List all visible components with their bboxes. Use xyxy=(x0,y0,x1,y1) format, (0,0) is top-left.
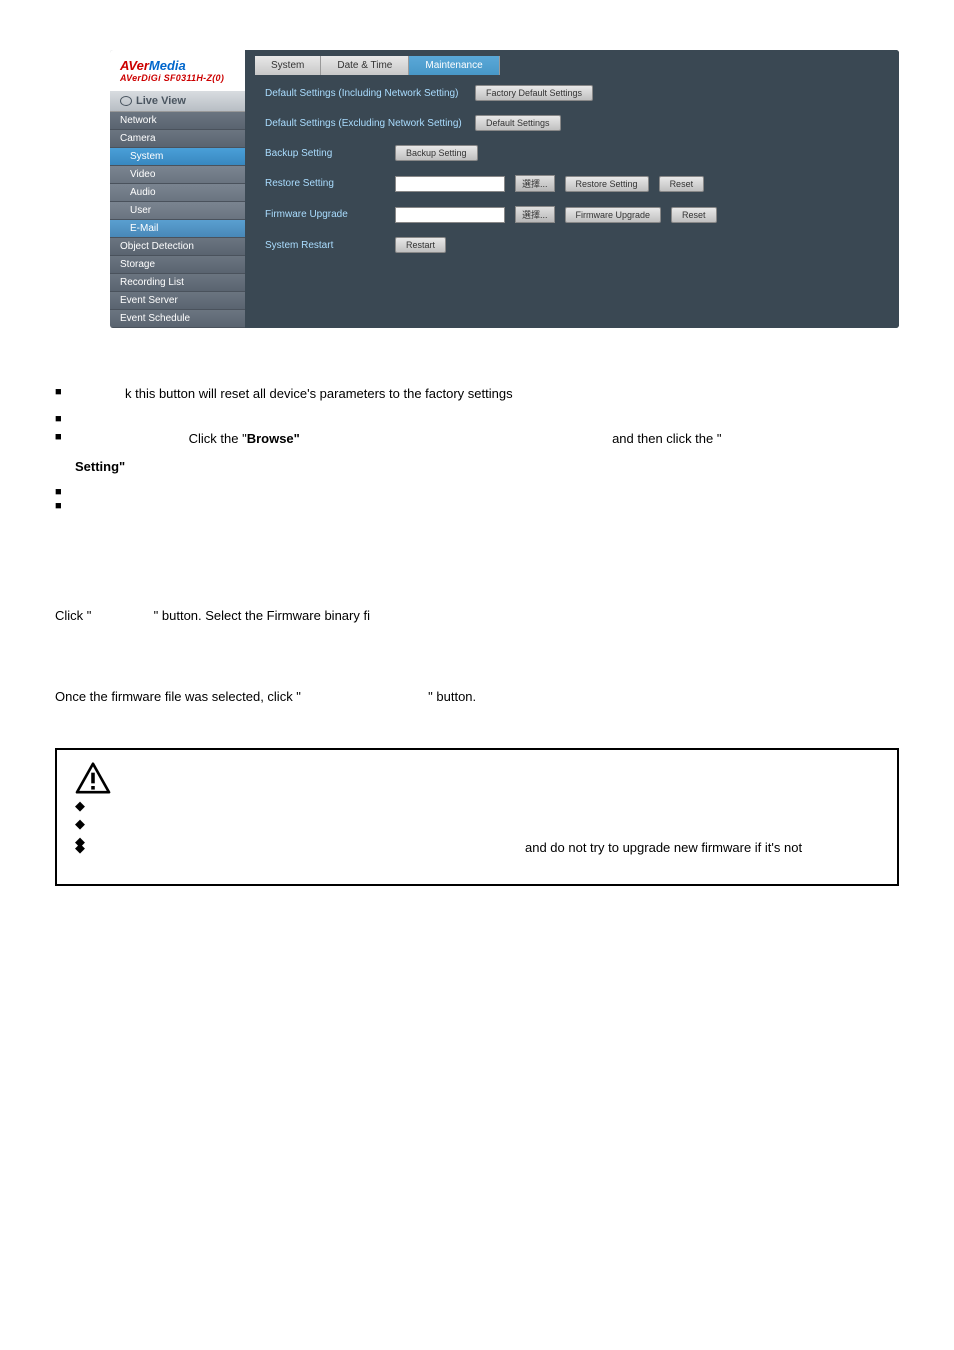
tab-maintenance[interactable]: Maintenance xyxy=(409,56,499,75)
sidebar-item-camera[interactable]: Camera xyxy=(110,130,245,148)
backup-label: Backup Setting xyxy=(265,148,385,159)
warning-icon xyxy=(75,762,111,794)
restart-button[interactable]: Restart xyxy=(395,237,446,253)
sidebar-item-storage[interactable]: Storage xyxy=(110,256,245,274)
restore-setting-button[interactable]: Restore Setting xyxy=(565,176,649,192)
sidebar-item-network[interactable]: Network xyxy=(110,112,245,130)
text-browse-bold: Browse" xyxy=(247,431,300,446)
sidebar-item-audio[interactable]: Audio xyxy=(110,184,245,202)
sidebar-item-recording-list[interactable]: Recording List xyxy=(110,274,245,292)
default-excl-label: Default Settings (Excluding Network Sett… xyxy=(265,118,465,129)
live-view-link[interactable]: Live View xyxy=(110,91,245,112)
tab-system[interactable]: System xyxy=(255,56,321,75)
sidebar-item-email[interactable]: E-Mail xyxy=(110,220,245,238)
document-body: k this button will reset all device's pa… xyxy=(0,348,954,946)
tab-date-time[interactable]: Date & Time xyxy=(321,56,409,75)
logo: AVerMedia AVerDiGi SF0311H-Z(0) xyxy=(110,50,245,91)
factory-default-button[interactable]: Factory Default Settings xyxy=(475,85,593,101)
main-panel: System Date & Time Maintenance Default S… xyxy=(245,50,899,328)
text-then-click: and then click the " xyxy=(612,431,721,446)
warning-box: and do not try to upgrade new firmware i… xyxy=(55,748,899,887)
bullet-4: Click the "Browse" and then click the " xyxy=(55,427,899,450)
maintenance-panel: Default Settings (Including Network Sett… xyxy=(245,75,899,277)
text-setting-bold: Setting" xyxy=(75,459,125,474)
sidebar-item-event-schedule[interactable]: Event Schedule xyxy=(110,310,245,328)
live-view-label: Live View xyxy=(136,95,186,107)
eye-icon xyxy=(120,96,132,106)
restore-browse-button[interactable]: 選擇... xyxy=(515,175,555,192)
sidebar: AVerMedia AVerDiGi SF0311H-Z(0) Live Vie… xyxy=(110,50,245,328)
sidebar-item-user[interactable]: User xyxy=(110,202,245,220)
restore-label: Restore Setting xyxy=(265,178,385,189)
sidebar-item-system[interactable]: System xyxy=(110,148,245,166)
backup-setting-button[interactable]: Backup Setting xyxy=(395,145,478,161)
default-incl-label: Default Settings (Including Network Sett… xyxy=(265,88,465,99)
logo-media: Media xyxy=(149,58,186,73)
firmware-reset-button[interactable]: Reset xyxy=(671,207,717,223)
tabs: System Date & Time Maintenance xyxy=(245,50,899,75)
text-once-firmware: Once the firmware file was selected, cli… xyxy=(55,687,899,708)
sidebar-item-video[interactable]: Video xyxy=(110,166,245,184)
text-reset-settings: k this button will reset all device's pa… xyxy=(55,382,899,405)
firmware-upgrade-button[interactable]: Firmware Upgrade xyxy=(565,207,662,223)
logo-aver: AVer xyxy=(120,58,149,73)
restore-reset-button[interactable]: Reset xyxy=(659,176,705,192)
firmware-browse-button[interactable]: 選擇... xyxy=(515,206,555,223)
warning-point-4: and do not try to upgrade new firmware i… xyxy=(75,836,879,861)
logo-sub: AVerDiGi SF0311H-Z(0) xyxy=(120,73,235,83)
firmware-label: Firmware Upgrade xyxy=(265,209,385,220)
sidebar-item-event-server[interactable]: Event Server xyxy=(110,292,245,310)
default-settings-button[interactable]: Default Settings xyxy=(475,115,561,131)
text-click-browse-line: Click " " button. Select the Firmware bi… xyxy=(55,606,899,627)
restore-file-input[interactable] xyxy=(395,176,505,192)
device-settings-screenshot: AVerMedia AVerDiGi SF0311H-Z(0) Live Vie… xyxy=(110,50,899,328)
sidebar-item-object-detection[interactable]: Object Detection xyxy=(110,238,245,256)
text-click-the: Click the " xyxy=(189,431,247,446)
restart-label: System Restart xyxy=(265,240,385,251)
firmware-file-input[interactable] xyxy=(395,207,505,223)
